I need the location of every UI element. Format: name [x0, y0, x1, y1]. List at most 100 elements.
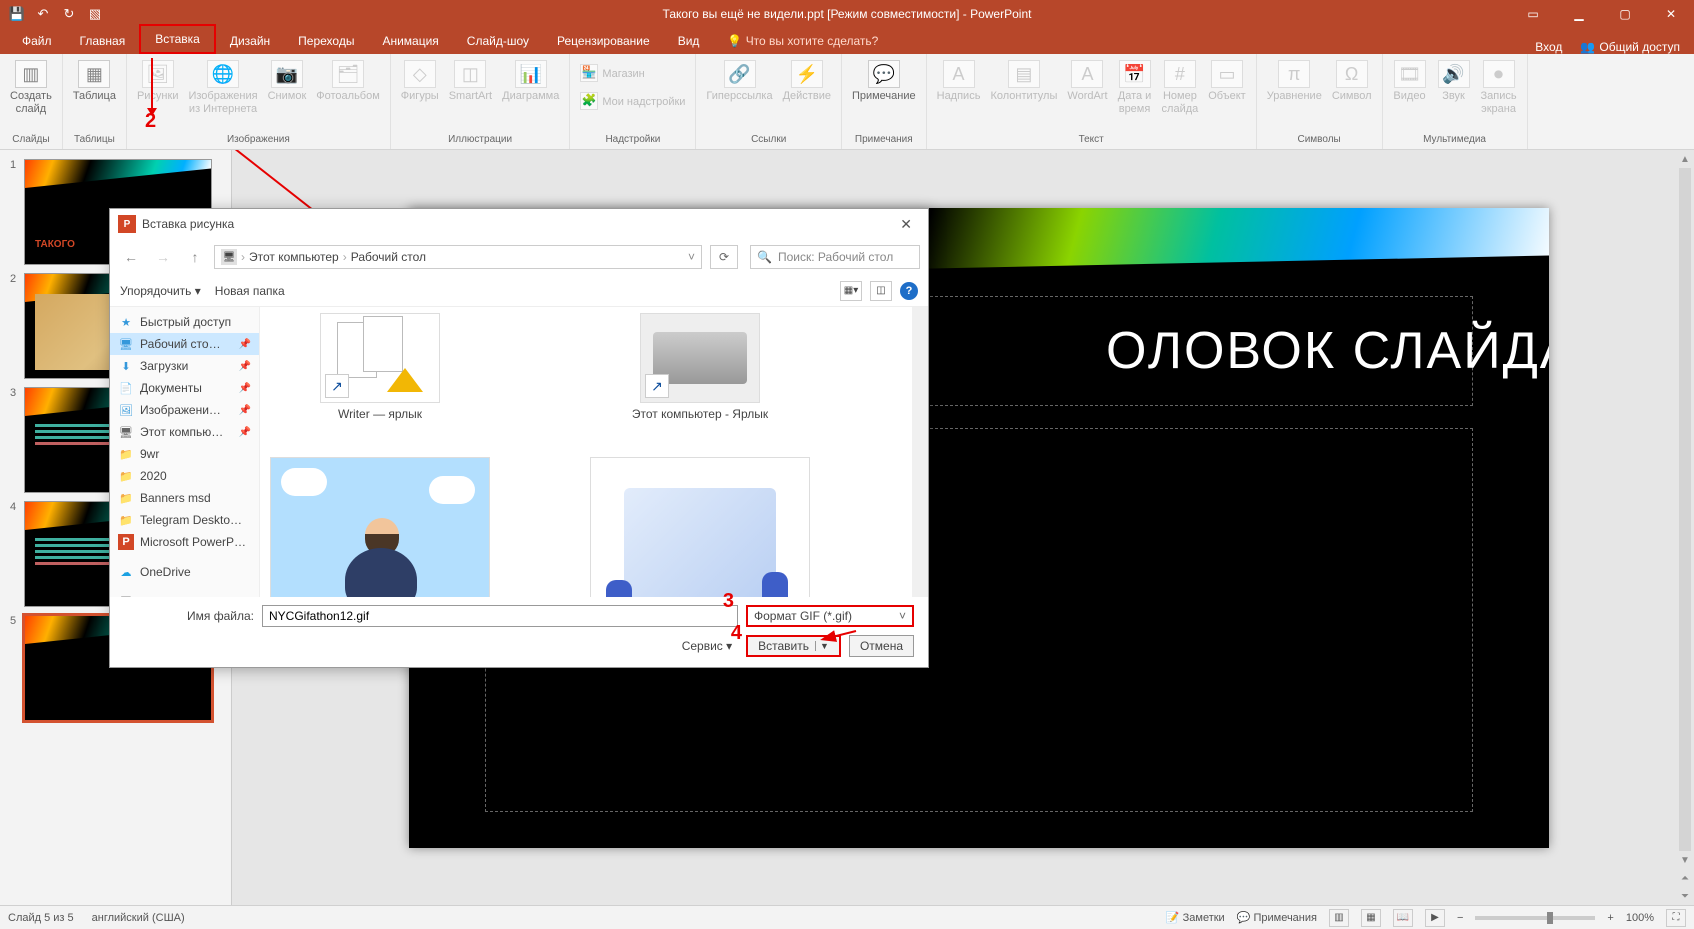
minimize-icon[interactable]: ▁ — [1556, 0, 1602, 28]
tab-view[interactable]: Вид — [664, 28, 714, 54]
file-writer-shortcut[interactable]: Writer — ярлык — [270, 313, 490, 421]
prev-slide-icon[interactable]: ⏶ — [1681, 869, 1689, 887]
filetype-dropdown[interactable]: Формат GIF (*.gif) — [746, 605, 914, 627]
filename-input[interactable] — [262, 605, 738, 627]
nav-folder-2020[interactable]: 📁2020 — [110, 465, 259, 487]
undo-icon[interactable]: ↶ — [32, 3, 54, 25]
up-icon[interactable]: ↑ — [182, 245, 208, 269]
smartart-button[interactable]: ◫SmartArt — [445, 58, 496, 105]
vertical-scrollbar[interactable]: ▲ ▼ ⏶ ⏷ — [1676, 150, 1694, 905]
video-button[interactable]: 🎞Видео — [1389, 58, 1431, 105]
action-button[interactable]: ⚡Действие — [779, 58, 835, 105]
tab-slideshow[interactable]: Слайд-шоу — [453, 28, 543, 54]
maximize-icon[interactable]: ▢ — [1602, 0, 1648, 28]
myaddins-button[interactable]: 🧩Мои надстройки — [576, 90, 689, 114]
crumb-desktop[interactable]: Рабочий стол — [351, 250, 426, 264]
breadcrumb[interactable]: 🖥 › Этот компьютер › Рабочий стол ˅ — [214, 245, 702, 269]
screenshot-button[interactable]: 📷Снимок — [264, 58, 311, 105]
symbol-button[interactable]: ΩСимвол — [1328, 58, 1376, 105]
nav-ms-powerpoint[interactable]: PMicrosoft PowerP… — [110, 531, 259, 553]
zoom-slider[interactable] — [1475, 916, 1595, 920]
nav-quick-access[interactable]: ★Быстрый доступ — [110, 311, 259, 333]
tell-me[interactable]: 💡 Что вы хотите сделать? — [713, 28, 892, 54]
tab-animation[interactable]: Анимация — [368, 28, 452, 54]
organize-button[interactable]: Упорядочить ▾ — [120, 284, 201, 298]
redo-icon[interactable]: ↻ — [58, 3, 80, 25]
save-icon[interactable]: 💾 — [6, 3, 28, 25]
back-icon[interactable]: ← — [118, 245, 144, 269]
file-gif2[interactable]: анализ.gif — [590, 457, 810, 597]
tab-insert[interactable]: Вставка — [139, 24, 216, 54]
nav-documents[interactable]: 📄Документы📌 — [110, 377, 259, 399]
file-thispc-shortcut[interactable]: Этот компьютер - Ярлык — [590, 313, 810, 421]
new-slide-button[interactable]: ▥Создать слайд — [6, 58, 56, 117]
tab-review[interactable]: Рецензирование — [543, 28, 664, 54]
chart-button[interactable]: 📊Диаграмма — [498, 58, 563, 105]
sorter-view-icon[interactable]: ▦ — [1361, 909, 1381, 927]
next-slide-icon[interactable]: ⏷ — [1681, 887, 1689, 905]
group-slides-label: Слайды — [12, 134, 49, 147]
view-mode-icon[interactable]: ▦▾ — [840, 281, 862, 301]
hyperlink-button[interactable]: 🔗Гиперссылка — [702, 58, 776, 105]
signin-link[interactable]: Вход — [1535, 40, 1562, 54]
tab-design[interactable]: Дизайн — [216, 28, 284, 54]
tab-file[interactable]: Файл — [8, 28, 66, 54]
tools-dropdown[interactable]: Сервис ▾ — [682, 639, 732, 653]
nav-thispc[interactable]: 🖥Этот компью…📌 — [110, 421, 259, 443]
textbox-button[interactable]: AНадпись — [933, 58, 985, 105]
photo-album-button[interactable]: 🗂Фотоальбом — [312, 58, 384, 105]
headerfooter-button[interactable]: ▤Колонтитулы — [986, 58, 1061, 105]
start-from-beginning-icon[interactable]: ▧ — [84, 3, 106, 25]
tab-home[interactable]: Главная — [66, 28, 140, 54]
share-button[interactable]: 👥Общий доступ — [1580, 40, 1680, 54]
crumb-pc[interactable]: Этот компьютер — [249, 250, 339, 264]
notes-toggle[interactable]: 📝 Заметки — [1166, 911, 1225, 924]
nav-desktop[interactable]: 🖥Рабочий сто…📌 — [110, 333, 259, 355]
nav-downloads[interactable]: ⬇Загрузки📌 — [110, 355, 259, 377]
zoom-level[interactable]: 100% — [1626, 912, 1654, 924]
slidenum-button[interactable]: #Номер слайда — [1158, 58, 1203, 117]
preview-pane-icon[interactable]: ◫ — [870, 281, 892, 301]
nav-images[interactable]: 🖼Изображени…📌 — [110, 399, 259, 421]
crumb-dropdown-icon[interactable]: ˅ — [688, 250, 695, 264]
reading-view-icon[interactable]: 📖 — [1393, 909, 1413, 927]
scroll-up-icon[interactable]: ▲ — [1680, 150, 1690, 168]
screen-recording-button[interactable]: ⏺Запись экрана — [1477, 58, 1521, 117]
nav-folder-telegram[interactable]: 📁Telegram Deskto… — [110, 509, 259, 531]
object-button[interactable]: ▭Объект — [1204, 58, 1249, 105]
datetime-button[interactable]: 📅Дата и время — [1114, 58, 1156, 117]
table-button[interactable]: ▦Таблица — [69, 58, 120, 105]
online-pictures-button[interactable]: 🌐Изображения из Интернета — [184, 58, 261, 117]
fit-window-icon[interactable]: ⛶ — [1666, 909, 1686, 927]
nav-folder-9wr[interactable]: 📁9wr — [110, 443, 259, 465]
refresh-icon[interactable]: ⟳ — [710, 245, 738, 269]
zoom-in-icon[interactable]: + — [1607, 912, 1613, 924]
comment-button[interactable]: 💬Примечание — [848, 58, 920, 105]
shapes-label: Фигуры — [401, 90, 439, 103]
file-gif1[interactable]: NYCGifathon12.gif — [270, 457, 490, 597]
ribbon-options-icon[interactable]: ▭ — [1510, 0, 1556, 28]
nav-onedrive[interactable]: ☁OneDrive — [110, 561, 259, 583]
audio-button[interactable]: 🔊Звук — [1433, 58, 1475, 105]
newfolder-button[interactable]: Новая папка — [215, 284, 285, 298]
slideshow-view-icon[interactable]: ▶ — [1425, 909, 1445, 927]
scroll-down-icon[interactable]: ▼ — [1680, 851, 1690, 869]
close-icon[interactable]: ✕ — [1648, 0, 1694, 28]
comments-toggle[interactable]: 💬 Примечания — [1237, 911, 1317, 924]
powerpoint-icon: P — [118, 534, 134, 550]
store-button[interactable]: 🏪Магазин — [576, 62, 648, 86]
tab-transitions[interactable]: Переходы — [284, 28, 368, 54]
nav-folder-banners[interactable]: 📁Banners msd — [110, 487, 259, 509]
dialog-close-icon[interactable]: ✕ — [892, 214, 920, 235]
equation-button[interactable]: πУравнение — [1263, 58, 1326, 105]
search-input[interactable]: 🔍Поиск: Рабочий стол — [750, 245, 920, 269]
normal-view-icon[interactable]: ▥ — [1329, 909, 1349, 927]
language[interactable]: английский (США) — [92, 912, 185, 924]
wordart-button[interactable]: AWordArt — [1063, 58, 1111, 105]
pictures-button[interactable]: 🖼Рисунки — [133, 58, 183, 105]
forward-icon[interactable]: → — [150, 245, 176, 269]
zoom-out-icon[interactable]: − — [1457, 912, 1463, 924]
shapes-button[interactable]: ◇Фигуры — [397, 58, 443, 105]
cancel-button[interactable]: Отмена — [849, 635, 914, 657]
help-icon[interactable]: ? — [900, 282, 918, 300]
